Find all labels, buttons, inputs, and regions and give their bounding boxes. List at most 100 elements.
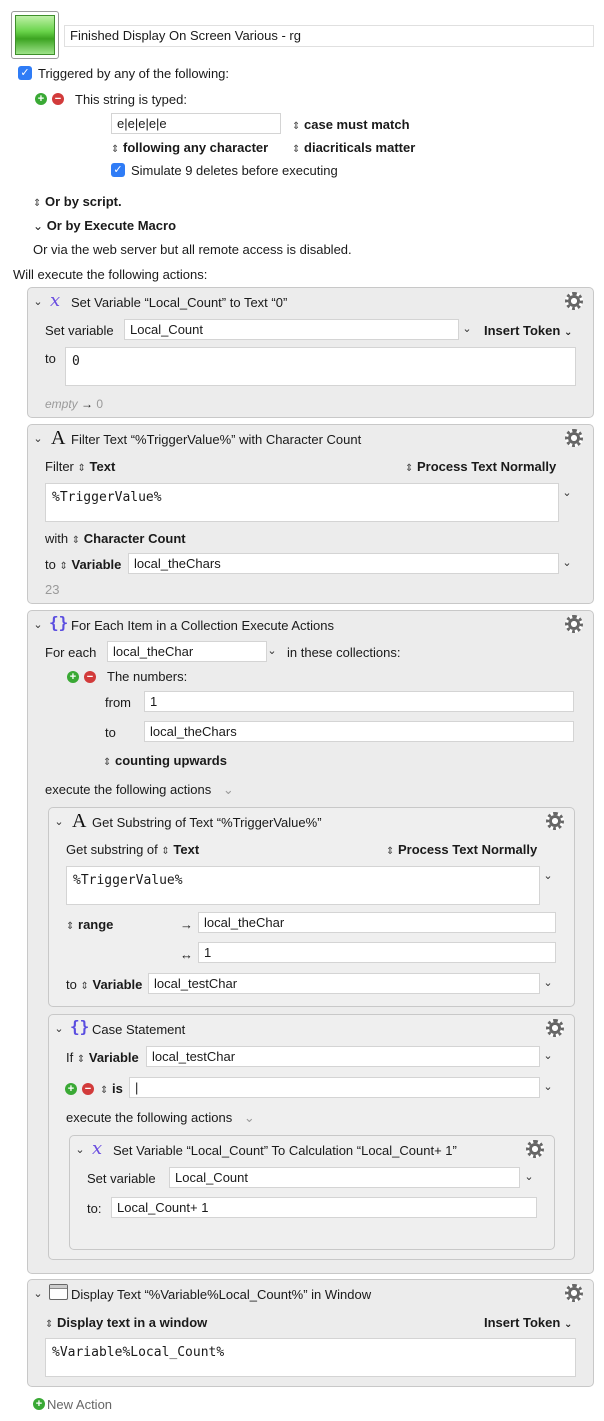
chevron-down-icon[interactable]: ⌄ — [542, 1050, 554, 1062]
new-action-icon[interactable]: + — [33, 1398, 45, 1410]
macro-name-field[interactable]: Finished Display On Screen Various - rg — [64, 25, 594, 47]
action-title[interactable]: Display Text “%Variable%Local_Count%” in… — [71, 1287, 371, 1302]
text-icon: A — [72, 810, 87, 832]
gear-icon[interactable] — [565, 1284, 583, 1302]
execute-label: execute the following actions ⌄ — [66, 1110, 255, 1125]
variable-name-field[interactable]: Local_Count — [124, 319, 459, 340]
action-title[interactable]: For Each Item in a Collection Execute Ac… — [71, 618, 334, 633]
variable-icon: x — [92, 1138, 103, 1159]
case-popup[interactable]: ⇕ case must match — [292, 117, 410, 132]
simulate-deletes-label: Simulate 9 deletes before executing — [131, 163, 338, 178]
to-label: to — [45, 351, 56, 366]
gear-icon[interactable] — [546, 812, 564, 830]
insert-token-button[interactable]: Insert Token ⌄ — [484, 323, 572, 338]
variable-icon: x — [50, 290, 61, 311]
start-arrow-icon: → — [180, 917, 193, 932]
new-action-button[interactable]: New Action — [47, 1397, 112, 1412]
updown-icon: ⇕ — [33, 198, 42, 209]
action-set-variable: ⌄ x Set Variable “Local_Count” to Text “… — [27, 287, 594, 418]
collapse-chevron-icon[interactable]: ⌄ — [53, 1023, 65, 1035]
calculation-field[interactable]: Local_Count+ 1 — [111, 1197, 537, 1218]
remove-collection-icon[interactable]: − — [84, 671, 96, 683]
length-arrow-icon: ↔ — [180, 947, 193, 962]
chevron-down-icon[interactable]: ⌄ — [542, 977, 554, 989]
window-icon — [49, 1284, 68, 1300]
filter-label: Filter ⇕ Text — [45, 459, 116, 474]
will-execute-label: Will execute the following actions: — [13, 267, 208, 282]
diacriticals-popup[interactable]: ⇕ diacriticals matter — [292, 140, 415, 155]
typed-string-field[interactable]: e|e|e|e|e — [111, 113, 281, 134]
control-flow-icon: {} — [49, 613, 69, 632]
substring-text-area[interactable]: %TriggerValue% — [66, 866, 540, 905]
to-variable-popup[interactable]: to ⇕ Variable — [45, 557, 121, 572]
action-title[interactable]: Filter Text “%TriggerValue%” with Charac… — [71, 432, 361, 447]
control-flow-icon: {} — [70, 1017, 90, 1036]
gear-icon[interactable] — [526, 1140, 544, 1158]
set-variable-label: Set variable — [87, 1171, 156, 1186]
action-filter-text: ⌄ A Filter Text “%TriggerValue%” with Ch… — [27, 424, 594, 604]
action-get-substring: ⌄ A Get Substring of Text “%TriggerValue… — [48, 807, 575, 1007]
to-field[interactable]: local_theChars — [144, 721, 574, 742]
to-variable-popup[interactable]: to ⇕ Variable — [66, 977, 142, 992]
action-title[interactable]: Get Substring of Text “%TriggerValue%” — [92, 815, 322, 830]
value-text-area[interactable]: 0 — [65, 347, 576, 386]
add-collection-icon[interactable]: + — [67, 671, 79, 683]
item-variable-field[interactable]: local_theChar — [107, 641, 267, 662]
remove-trigger-icon[interactable]: − — [52, 93, 64, 105]
following-popup[interactable]: ⇕ following any character — [111, 140, 268, 155]
display-text-area[interactable]: %Variable%Local_Count% — [45, 1338, 576, 1377]
substring-variable-field[interactable]: local_testChar — [148, 973, 540, 994]
updown-icon: ⇕ — [292, 121, 301, 132]
display-mode-popup[interactable]: ⇕ Display text in a window — [45, 1315, 207, 1330]
triggered-checkbox[interactable]: ✓ — [18, 66, 32, 80]
gear-icon[interactable] — [546, 1019, 564, 1037]
action-title[interactable]: Case Statement — [92, 1022, 185, 1037]
collapse-chevron-icon[interactable]: ⌄ — [53, 816, 65, 828]
chevron-down-icon[interactable]: ⌄ — [266, 645, 278, 657]
or-by-execute-toggle[interactable]: ⌄ Or by Execute Macro — [33, 218, 176, 233]
action-title[interactable]: Set Variable “Local_Count” to Text “0” — [71, 295, 287, 310]
collapse-chevron-icon[interactable]: ⌄ — [74, 1144, 86, 1156]
chevron-down-icon[interactable]: ⌄ — [561, 557, 573, 569]
range-popup[interactable]: ⇕ range — [66, 917, 113, 932]
add-trigger-icon[interactable]: + — [35, 93, 47, 105]
is-popup[interactable]: ⇕ is — [100, 1081, 123, 1096]
counting-popup[interactable]: ⇕ counting upwards — [103, 753, 227, 768]
updown-icon: ⇕ — [292, 144, 301, 155]
collapse-chevron-icon[interactable]: ⌄ — [32, 296, 44, 308]
web-server-text: Or via the web server but all remote acc… — [33, 242, 352, 257]
collapse-chevron-icon[interactable]: ⌄ — [32, 433, 44, 445]
filter-text-area[interactable]: %TriggerValue% — [45, 483, 559, 522]
chevron-down-icon[interactable]: ⌄ — [461, 323, 473, 335]
range-start-field[interactable]: local_theChar — [198, 912, 556, 933]
simulate-deletes-checkbox[interactable]: ✓ — [111, 163, 125, 177]
chevron-down-icon[interactable]: ⌄ — [561, 487, 573, 499]
range-length-field[interactable]: 1 — [198, 942, 556, 963]
remove-case-icon[interactable]: − — [82, 1083, 94, 1095]
case-variable-field[interactable]: local_testChar — [146, 1046, 540, 1067]
variable-name-field[interactable]: Local_Count — [169, 1167, 520, 1188]
or-by-script-toggle[interactable]: ⇕ Or by script. — [33, 194, 122, 209]
if-variable-popup[interactable]: If ⇕ Variable — [66, 1050, 139, 1065]
gear-icon[interactable] — [565, 429, 583, 447]
add-case-icon[interactable]: + — [65, 1083, 77, 1095]
action-title[interactable]: Set Variable “Local_Count” To Calculatio… — [113, 1143, 457, 1158]
insert-token-button[interactable]: Insert Token ⌄ — [484, 1315, 572, 1330]
process-text-popup[interactable]: ⇕ Process Text Normally — [386, 842, 537, 857]
updown-icon: ⇕ — [111, 144, 120, 155]
chevron-down-icon[interactable]: ⌄ — [542, 870, 554, 882]
macro-icon[interactable] — [11, 11, 59, 59]
gear-icon[interactable] — [565, 292, 583, 310]
result-variable-field[interactable]: local_theChars — [128, 553, 559, 574]
from-field[interactable]: 1 — [144, 691, 574, 712]
gear-icon[interactable] — [565, 615, 583, 633]
with-popup[interactable]: with ⇕ Character Count — [45, 531, 186, 546]
set-variable-label: Set variable — [45, 323, 114, 338]
action-case-statement: ⌄ {} Case Statement If ⇕ Variable local_… — [48, 1014, 575, 1260]
chevron-down-icon[interactable]: ⌄ — [523, 1171, 535, 1183]
case-value-field[interactable]: | — [129, 1077, 540, 1098]
chevron-down-icon[interactable]: ⌄ — [542, 1081, 554, 1093]
collapse-chevron-icon[interactable]: ⌄ — [32, 1288, 44, 1300]
process-text-popup[interactable]: ⇕ Process Text Normally — [405, 459, 556, 474]
collapse-chevron-icon[interactable]: ⌄ — [32, 619, 44, 631]
